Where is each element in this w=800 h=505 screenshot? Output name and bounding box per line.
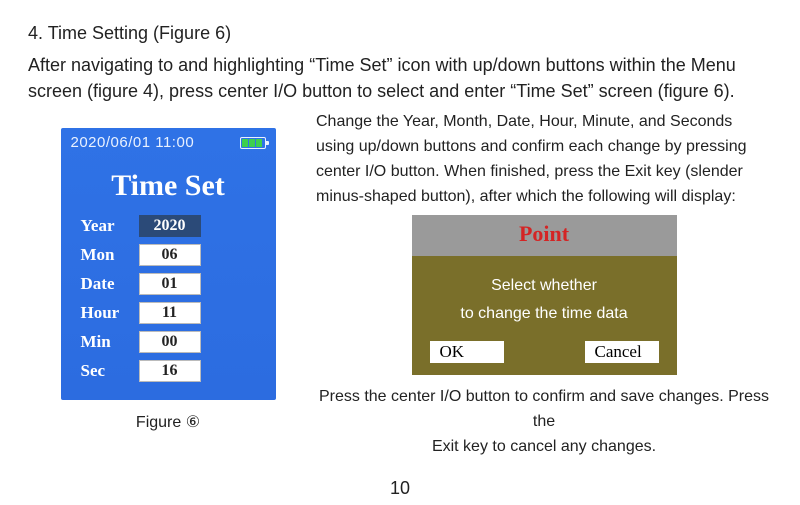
dialog-body: Select whether to change the time data O… xyxy=(412,256,677,376)
figure-caption: Figure ⑥ xyxy=(136,412,200,432)
field-row-sec[interactable]: Sec 16 xyxy=(81,360,256,382)
field-label: Min xyxy=(81,332,139,352)
field-row-min[interactable]: Min 00 xyxy=(81,331,256,353)
dialog-title: Point xyxy=(412,215,677,255)
device-field-list: Year 2020 Mon 06 Date 01 Hour 11 xyxy=(61,215,276,400)
field-row-mon[interactable]: Mon 06 xyxy=(81,244,256,266)
dialog-line1: Select whether xyxy=(422,274,667,299)
content-columns: 2020/06/01 11:00 Time Set Year 2020 Mon xyxy=(28,110,772,459)
device-screen: 2020/06/01 11:00 Time Set Year 2020 Mon xyxy=(61,128,276,400)
dialog-line2: to change the time data xyxy=(422,302,667,327)
field-label: Year xyxy=(81,216,139,236)
page-number: 10 xyxy=(0,478,800,499)
text-column: Change the Year, Month, Date, Hour, Minu… xyxy=(308,110,772,459)
field-value-mon[interactable]: 06 xyxy=(139,244,201,266)
battery-icon xyxy=(240,137,266,149)
section-heading: 4. Time Setting (Figure 6) xyxy=(28,20,772,46)
field-value-min[interactable]: 00 xyxy=(139,331,201,353)
field-row-hour[interactable]: Hour 11 xyxy=(81,302,256,324)
field-label: Hour xyxy=(81,303,139,323)
after-dialog-line1: Press the center I/O button to confirm a… xyxy=(316,385,772,435)
device-status-bar: 2020/06/01 11:00 xyxy=(61,128,276,155)
field-label: Sec xyxy=(81,361,139,381)
device-datetime: 2020/06/01 11:00 xyxy=(71,134,195,151)
field-row-year[interactable]: Year 2020 xyxy=(81,215,256,237)
field-value-sec[interactable]: 16 xyxy=(139,360,201,382)
after-dialog-line2: Exit key to cancel any changes. xyxy=(316,435,772,460)
figure-column: 2020/06/01 11:00 Time Set Year 2020 Mon xyxy=(28,110,308,459)
ok-button[interactable]: OK xyxy=(430,341,504,363)
field-label: Date xyxy=(81,274,139,294)
after-dialog-text: Press the center I/O button to confirm a… xyxy=(316,385,772,459)
device-title: Time Set xyxy=(61,155,276,215)
field-value-hour[interactable]: 11 xyxy=(139,302,201,324)
instruction-paragraph: Change the Year, Month, Date, Hour, Minu… xyxy=(316,110,772,209)
intro-paragraph: After navigating to and highlighting “Ti… xyxy=(28,52,772,104)
manual-page: 4. Time Setting (Figure 6) After navigat… xyxy=(0,0,800,505)
field-label: Mon xyxy=(81,245,139,265)
field-row-date[interactable]: Date 01 xyxy=(81,273,256,295)
field-value-year[interactable]: 2020 xyxy=(139,215,201,237)
dialog-button-row: OK Cancel xyxy=(422,341,667,363)
field-value-date[interactable]: 01 xyxy=(139,273,201,295)
cancel-button[interactable]: Cancel xyxy=(585,341,659,363)
confirm-dialog: Point Select whether to change the time … xyxy=(412,215,677,375)
